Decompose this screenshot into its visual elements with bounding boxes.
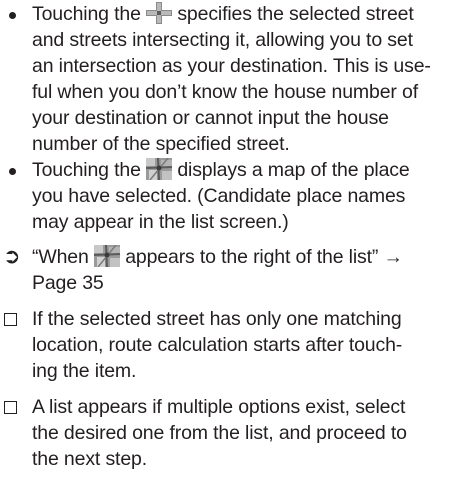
bullet-line: Touching the specifies the selected stre…: [32, 1, 414, 27]
note-line: the desired one from the list, and proce…: [32, 422, 407, 444]
text-segment: “When: [32, 246, 94, 268]
manual-page: Touching the specifies the selected stre…: [0, 0, 464, 499]
bullet-line: and streets intersecting it, allowing yo…: [32, 29, 413, 51]
note-line: location, route calculation starts after…: [32, 334, 403, 356]
bullet-line: Touching the displays a map of the place: [32, 157, 410, 183]
note-checkbox-icon: [4, 313, 17, 326]
note-line: A list appears if multiple options exist…: [32, 396, 406, 418]
map-icon: [146, 158, 173, 180]
note-line: If the selected street has only one matc…: [32, 308, 402, 330]
reference-line[interactable]: “When appears to the right of the list” …: [32, 244, 403, 270]
bullet-line: an intersection as your destination. Thi…: [32, 55, 431, 77]
text-segment: appears to the right of the list” →: [119, 246, 403, 268]
text-segment: Touching the: [32, 159, 147, 181]
bullet-line: your destination or cannot input the hou…: [32, 107, 389, 129]
text-segment: displays a map of the place: [172, 159, 410, 181]
bullet-marker: [9, 168, 16, 175]
map-icon: [93, 245, 120, 267]
note-line: ing the item.: [32, 360, 137, 382]
reference-page-link[interactable]: Page 35: [32, 270, 104, 296]
bullet-line: may appear in the list screen.): [32, 211, 289, 233]
cross-intersection-icon: [146, 2, 173, 24]
bullet-line: you have selected. (Candidate place name…: [32, 185, 406, 207]
text-segment: specifies the selected street: [172, 3, 414, 25]
bullet-line: ful when you don’t know the house number…: [32, 81, 418, 103]
reference-marker: ➲: [3, 245, 21, 268]
note-line: the next step.: [32, 448, 147, 470]
note-checkbox-icon: [4, 401, 17, 414]
text-segment: Touching the: [32, 3, 147, 25]
bullet-line: number of the specified street.: [32, 133, 290, 155]
bullet-marker: [9, 12, 16, 19]
